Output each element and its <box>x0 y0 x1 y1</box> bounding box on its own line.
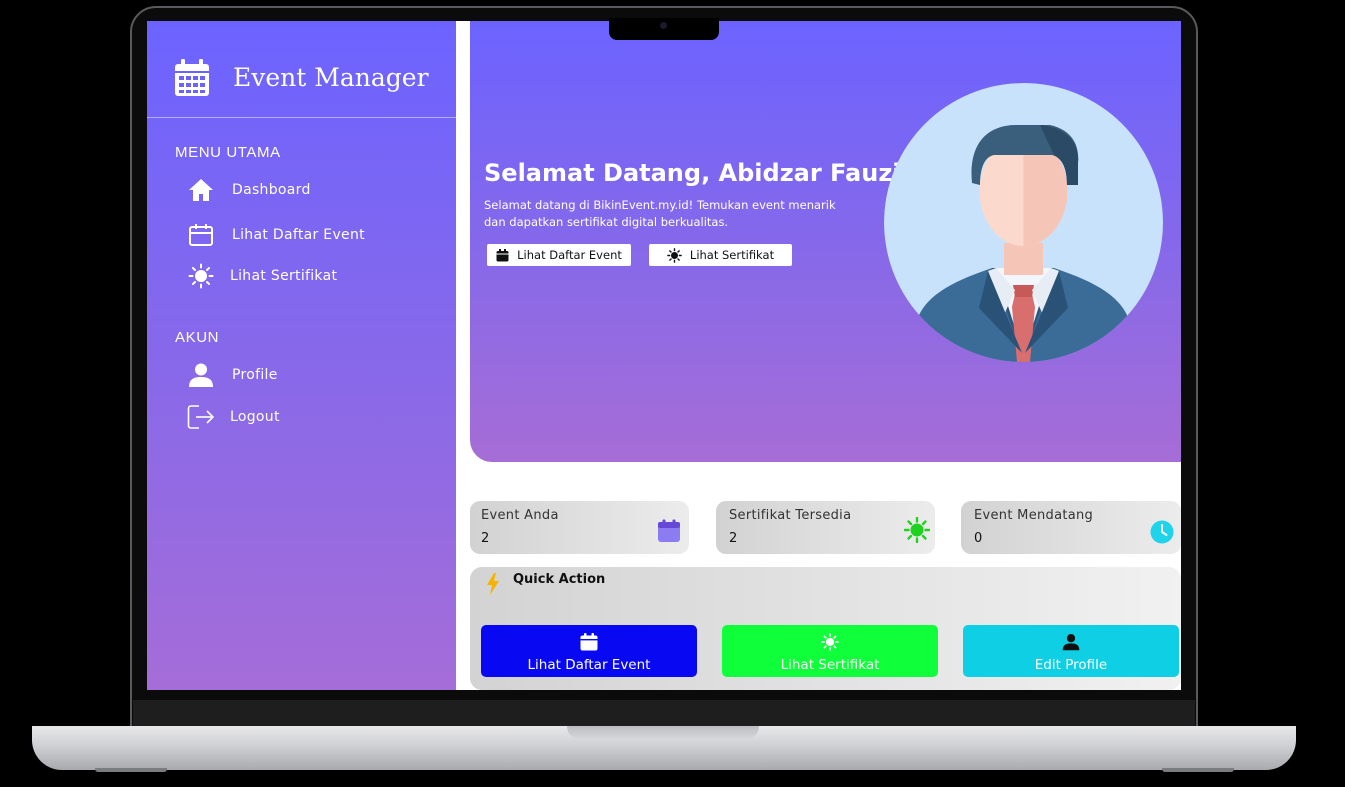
app-screen: Event Manager MENU UTAMA Dashboard Lihat… <box>147 21 1181 690</box>
sidebar-item-event-list[interactable]: Lihat Daftar Event <box>187 220 427 250</box>
brand-title: Event Manager <box>233 63 429 92</box>
sidebar-item-logout[interactable]: Logout <box>187 402 427 432</box>
sidebar-divider <box>456 21 470 690</box>
stat-card-events: Event Anda 2 <box>470 501 689 554</box>
stat-value: 2 <box>729 531 738 546</box>
stat-card-certificates: Sertifikat Tersedia 2 <box>716 501 935 554</box>
brand: Event Manager <box>147 21 456 118</box>
logout-icon <box>187 403 215 431</box>
hero-certificate-button[interactable]: Lihat Sertifikat <box>649 244 792 266</box>
laptop-bezel-bottom <box>133 700 1195 726</box>
quick-certificate-button[interactable]: Lihat Sertifikat <box>722 625 938 677</box>
menu-heading-account: AKUN <box>175 329 220 346</box>
sun-icon <box>903 516 931 547</box>
calendar-icon <box>496 248 509 262</box>
sidebar-item-profile[interactable]: Profile <box>187 360 427 390</box>
sidebar-item-label: Dashboard <box>232 182 311 198</box>
quick-edit-profile-button[interactable]: Edit Profile <box>963 625 1179 677</box>
lightning-icon <box>486 573 500 599</box>
quick-action-title: Quick Action <box>513 572 606 587</box>
calendar-icon <box>174 59 210 101</box>
sun-icon <box>667 247 682 263</box>
hero-event-list-label: Lihat Daftar Event <box>517 248 622 262</box>
laptop-base-notch <box>567 726 759 740</box>
clock-icon <box>1150 520 1174 548</box>
stat-label: Sertifikat Tersedia <box>729 508 852 523</box>
camera-notch <box>609 18 719 40</box>
quick-event-list-button[interactable]: Lihat Daftar Event <box>481 625 697 677</box>
stat-label: Event Anda <box>481 508 559 523</box>
menu-heading-main: MENU UTAMA <box>175 144 281 161</box>
sidebar: Event Manager MENU UTAMA Dashboard Lihat… <box>147 21 456 690</box>
hero-certificate-label: Lihat Sertifikat <box>689 248 775 262</box>
stat-value: 2 <box>481 531 490 546</box>
camera-icon <box>660 22 667 29</box>
user-icon <box>187 361 215 389</box>
sidebar-item-dashboard[interactable]: Dashboard <box>187 175 427 205</box>
sun-icon <box>187 262 215 290</box>
laptop-foot-left <box>95 768 167 772</box>
laptop-foot-right <box>1162 768 1234 772</box>
user-icon <box>963 633 1179 651</box>
sidebar-item-label: Lihat Sertifikat <box>230 268 338 284</box>
home-icon <box>187 176 215 204</box>
quick-certificate-label: Lihat Sertifikat <box>780 657 880 673</box>
hero-event-list-button[interactable]: Lihat Daftar Event <box>487 244 631 266</box>
sidebar-item-label: Logout <box>230 409 280 425</box>
stat-card-upcoming: Event Mendatang 0 <box>961 501 1181 554</box>
quick-edit-profile-label: Edit Profile <box>1034 657 1108 673</box>
user-avatar-illustration <box>884 83 1163 362</box>
sun-icon <box>722 633 938 651</box>
sidebar-item-label: Profile <box>232 367 278 383</box>
quick-event-list-label: Lihat Daftar Event <box>527 657 651 673</box>
sidebar-item-label: Lihat Daftar Event <box>232 227 365 243</box>
sidebar-item-certificates[interactable]: Lihat Sertifikat <box>187 261 427 291</box>
calendar-icon <box>187 221 215 249</box>
welcome-subtitle: Selamat datang di BikinEvent.my.id! Temu… <box>484 198 836 229</box>
stat-label: Event Mendatang <box>974 508 1094 523</box>
stat-value: 0 <box>974 531 983 546</box>
calendar-icon <box>481 633 697 651</box>
welcome-title: Selamat Datang, Abidzar Fauzi! <box>484 159 912 187</box>
calendar-icon <box>657 519 681 547</box>
hero-banner: Selamat Datang, Abidzar Fauzi! Selamat d… <box>470 21 1181 462</box>
quick-action-panel: Quick Action Lihat Daftar Event Lihat Se… <box>470 567 1181 690</box>
